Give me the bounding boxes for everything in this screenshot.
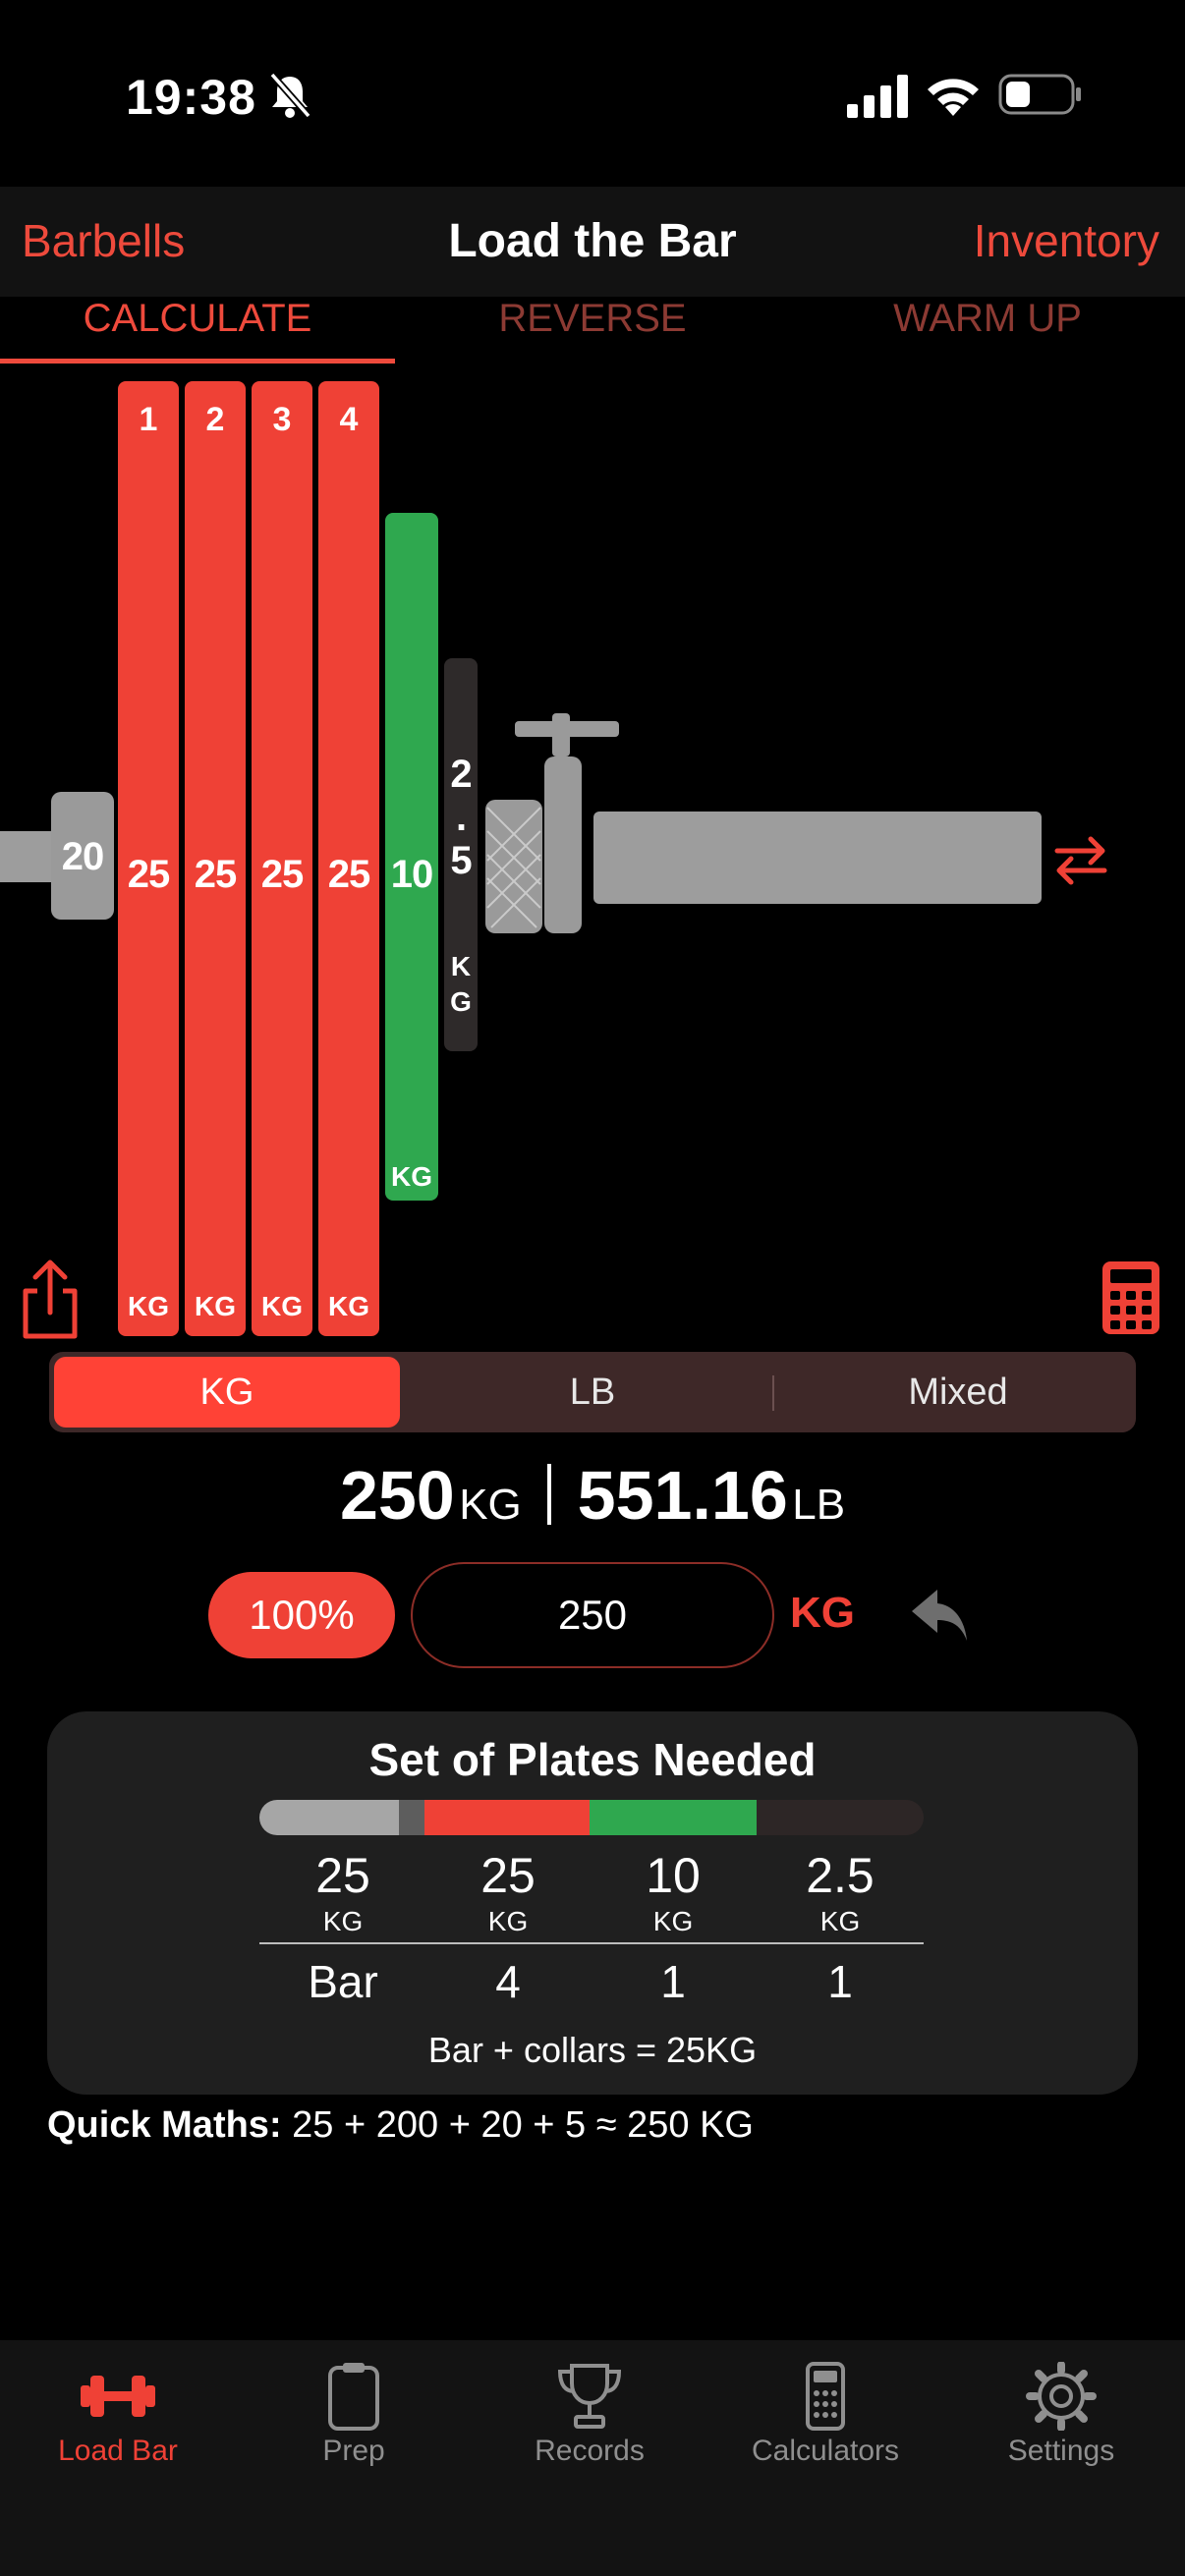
col-unit: KG (652, 1906, 694, 1936)
tab-label: Settings (1007, 2435, 1115, 2467)
clipboard-icon (328, 2363, 379, 2431)
col-unit: KG (322, 1906, 364, 1936)
plate-index: 1 (139, 401, 158, 438)
total-weight: 250 KG 551.16 LB (0, 1456, 1185, 1535)
tab-calculate[interactable]: CALCULATE (0, 297, 395, 364)
bell-slash-icon (269, 72, 311, 119)
col-value: 2.5 (806, 1848, 875, 1903)
cellular-signal-icon (847, 75, 908, 118)
status-bar: 19:38 (0, 0, 1185, 187)
total-kg-value: 250 (339, 1457, 455, 1534)
quick-maths: Quick Maths: 25 + 200 + 20 + 5 ≈ 250 KG (47, 2104, 754, 2147)
tab-label: Calculators (751, 2435, 900, 2467)
tab-label: Prep (322, 2435, 385, 2467)
inventory-button[interactable]: Inventory (974, 214, 1159, 267)
total-divider (547, 1464, 552, 1525)
tab-reverse[interactable]: REVERSE (395, 297, 790, 364)
bar-collars-note: Bar + collars = 25KG (427, 2030, 758, 2070)
col-count: Bar (308, 1956, 378, 2007)
plate-unit: KG (261, 1291, 303, 1321)
plate-unit: K G (450, 951, 472, 1017)
unit-segmented-control: KG LB Mixed (49, 1352, 1136, 1432)
nav-header: Barbells Load the Bar Inventory (0, 187, 1185, 297)
target-weight-input[interactable] (411, 1562, 774, 1668)
plates-divider (259, 1942, 924, 1944)
strip-10 (590, 1800, 757, 1835)
unit-option-mixed[interactable]: Mixed (785, 1357, 1131, 1428)
total-lb-value: 551.16 (577, 1457, 788, 1534)
sleeve-label: 20 (47, 831, 118, 882)
col-value: 25 (480, 1848, 536, 1903)
mode-tabs: CALCULATE REVERSE WARM UP (0, 297, 1185, 364)
plate-index: 4 (339, 401, 359, 438)
plate-value: 25 (260, 853, 305, 896)
col-count: 1 (827, 1956, 853, 2007)
strip-collar (399, 1800, 424, 1835)
plate-unit: KG (128, 1291, 169, 1321)
percent-button[interactable]: 100% (208, 1572, 395, 1658)
swap-icon[interactable] (1049, 829, 1112, 892)
total-kg-unit: KG (459, 1481, 522, 1529)
input-unit-label: KG (790, 1589, 855, 1637)
plate-index: 2 (205, 401, 225, 438)
plate-value: 2 . 5 (450, 753, 472, 882)
col-count: 1 (660, 1956, 686, 2007)
plate-6[interactable]: 2 . 5 K G (444, 658, 478, 1051)
tab-records[interactable]: Records (472, 2362, 707, 2480)
trophy-icon (557, 2364, 622, 2429)
battery-icon (998, 74, 1081, 115)
tab-load-bar[interactable]: Load Bar (0, 2362, 236, 2480)
plate-value: 25 (194, 853, 238, 896)
tab-calculators[interactable]: Calculators (707, 2362, 943, 2480)
plate-value: 10 (390, 853, 434, 896)
plate-value: 25 (127, 853, 171, 896)
calculator-icon (806, 2362, 845, 2431)
tab-label: Load Bar (58, 2435, 178, 2467)
plates-needed-card: Set of Plates Needed 25 KG Bar 25 KG 4 1… (47, 1711, 1138, 2095)
plate-unit: KG (195, 1291, 236, 1321)
plate-index: 3 (272, 401, 292, 438)
col-value: 25 (315, 1848, 370, 1903)
col-unit: KG (487, 1906, 529, 1936)
bottom-tab-bar: Load Bar Prep Records Calculators Settin… (0, 2340, 1185, 2576)
plate-color-strip (259, 1800, 924, 1835)
calculator-icon[interactable] (1100, 1260, 1161, 1336)
quick-maths-expression: 25 + 200 + 20 + 5 ≈ 250 KG (281, 2104, 754, 2146)
bar-sleeve-right (593, 812, 1042, 904)
sleeve-label-value: 20 (61, 835, 105, 878)
barbells-button[interactable]: Barbells (22, 214, 185, 267)
col-value: 10 (646, 1848, 701, 1903)
plate-3[interactable]: 3 25 KG (252, 381, 312, 1336)
tab-settings[interactable]: Settings (943, 2362, 1179, 2480)
unit-option-lb[interactable]: LB (420, 1357, 765, 1428)
plate-1[interactable]: 1 25 KG (118, 381, 179, 1336)
plates-needed-title: Set of Plates Needed (368, 1734, 817, 1785)
plate-unit: KG (391, 1161, 432, 1192)
quick-maths-label: Quick Maths: (47, 2104, 282, 2146)
unit-option-kg[interactable]: KG (54, 1357, 400, 1428)
plate-unit: KG (328, 1291, 369, 1321)
strip-bar (259, 1800, 399, 1835)
dumbbell-icon (81, 2376, 155, 2417)
col-unit: KG (819, 1906, 861, 1936)
page-title-text: Load the Bar (448, 215, 737, 267)
plate-value: 25 (327, 853, 371, 896)
plate-2[interactable]: 2 25 KG (185, 381, 246, 1336)
tab-warm-up[interactable]: WARM UP (790, 297, 1185, 364)
strip-2-5 (757, 1800, 924, 1835)
share-icon[interactable] (16, 1258, 85, 1340)
plate-4[interactable]: 4 25 KG (318, 381, 379, 1336)
gear-icon (1026, 2362, 1097, 2431)
tab-prep[interactable]: Prep (236, 2362, 472, 2480)
col-count: 4 (495, 1956, 521, 2007)
segment-divider (772, 1375, 774, 1411)
wifi-icon (928, 79, 979, 116)
plate-5[interactable]: 10 KG (385, 513, 438, 1201)
strip-25 (424, 1800, 590, 1835)
barbell-visualization: 20 1 25 KG 2 25 KG 3 25 KG 4 25 KG 10 KG… (0, 364, 1185, 1339)
status-time: 19:38 (126, 70, 256, 125)
tab-label: Records (535, 2435, 645, 2467)
undo-icon[interactable] (908, 1586, 971, 1645)
total-lb-unit: LB (792, 1481, 846, 1529)
